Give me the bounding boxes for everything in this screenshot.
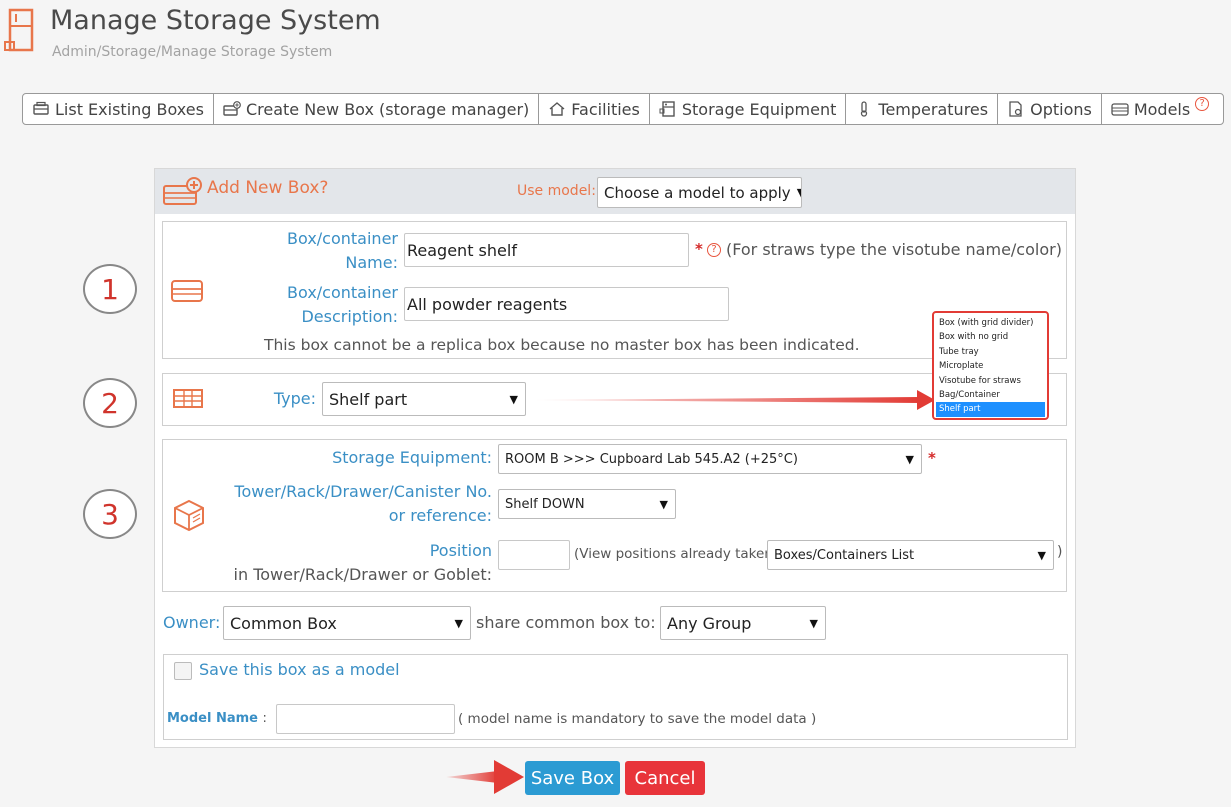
- tab-options[interactable]: Options: [998, 94, 1102, 124]
- tower-select[interactable]: Shelf DOWN ▼: [498, 489, 676, 519]
- tab-label: Storage Equipment: [681, 99, 837, 119]
- tab-create-new-box[interactable]: Create New Box (storage manager): [214, 94, 540, 124]
- freezer-icon: [659, 101, 675, 117]
- home-icon: [549, 102, 565, 116]
- description-label: Box/container Description:: [287, 283, 398, 326]
- type-option[interactable]: Microplate: [936, 359, 1045, 373]
- chevron-down-icon: ▼: [1037, 548, 1046, 562]
- help-icon[interactable]: ?: [707, 243, 721, 257]
- tab-models[interactable]: Models ?: [1102, 94, 1218, 124]
- positions-list-select[interactable]: Boxes/Containers List ▼: [767, 540, 1054, 570]
- use-model-label: Use model:: [517, 183, 596, 199]
- use-model-select[interactable]: Choose a model to apply▼: [597, 177, 802, 208]
- save-model-label: Save this box as a model: [199, 660, 400, 679]
- required-mark: *: [928, 449, 936, 467]
- cube-icon: [172, 498, 206, 532]
- chevron-down-icon: ▼: [797, 186, 801, 199]
- tab-list-existing-boxes[interactable]: List Existing Boxes: [23, 94, 214, 124]
- type-select[interactable]: Shelf part ▼: [322, 382, 526, 416]
- type-option-selected[interactable]: Shelf part: [936, 402, 1045, 417]
- share-label: share common box to:: [476, 613, 656, 632]
- box-add-icon: [223, 101, 241, 116]
- thermometer-icon: [861, 101, 868, 117]
- required-mark: *: [695, 240, 703, 258]
- tab-storage-equipment[interactable]: Storage Equipment: [650, 94, 847, 124]
- owner-select[interactable]: Common Box ▼: [223, 606, 471, 640]
- model-name-label: Model Name :: [167, 711, 267, 726]
- breadcrumb: Admin/Storage/Manage Storage System: [52, 44, 333, 60]
- help-icon[interactable]: ?: [1195, 97, 1210, 111]
- shelf-icon: [172, 387, 204, 411]
- save-box-button[interactable]: Save Box: [525, 761, 620, 795]
- tab-label: List Existing Boxes: [55, 99, 204, 119]
- position-input[interactable]: [498, 540, 570, 570]
- type-option[interactable]: Box (with grid divider): [936, 316, 1045, 330]
- type-option[interactable]: Tube tray: [936, 345, 1045, 359]
- annotation-arrow-icon: [535, 388, 935, 412]
- chevron-down-icon: ▼: [509, 392, 518, 406]
- form-title: Add New Box?: [207, 178, 329, 198]
- positions-close-paren: ): [1057, 544, 1063, 560]
- tab-label: Options: [1030, 99, 1092, 119]
- owner-label: Owner:: [163, 613, 221, 632]
- document-gear-icon: [1009, 101, 1022, 117]
- chevron-down-icon: ▼: [905, 452, 914, 466]
- chevron-down-icon: ▼: [809, 616, 818, 630]
- cancel-button[interactable]: Cancel: [625, 761, 705, 795]
- step-marker-2: 2: [83, 378, 137, 428]
- replica-note: This box cannot be a replica box because…: [264, 336, 860, 354]
- step-marker-1: 1: [83, 264, 137, 314]
- tab-label: Temperatures: [878, 99, 989, 119]
- tab-facilities[interactable]: Facilities: [539, 94, 650, 124]
- share-group-select[interactable]: Any Group ▼: [660, 606, 826, 640]
- box-list-icon: [33, 101, 49, 115]
- type-option[interactable]: Box with no grid: [936, 330, 1045, 344]
- page-title: Manage Storage System: [50, 5, 381, 36]
- app-storage-icon: [4, 8, 36, 54]
- model-name-input[interactable]: [276, 704, 455, 734]
- tower-label: Tower/Rack/Drawer/Canister No. or refere…: [234, 482, 492, 525]
- storage-equipment-label: Storage Equipment:: [332, 448, 492, 467]
- name-label: Box/container Name:: [287, 229, 398, 272]
- box-add-large-icon: [162, 176, 204, 208]
- models-icon: [1111, 103, 1129, 116]
- positions-hint: (View positions already taken:: [574, 546, 778, 562]
- tab-bar: List Existing Boxes Create New Box (stor…: [22, 93, 1224, 125]
- box-icon: [170, 278, 204, 304]
- chevron-down-icon: ▼: [454, 616, 463, 630]
- tab-label: Create New Box (storage manager): [245, 99, 530, 119]
- type-option[interactable]: Visotube for straws: [936, 374, 1045, 388]
- tab-temperatures[interactable]: Temperatures: [846, 94, 999, 124]
- box-description-input[interactable]: All powder reagents: [404, 287, 729, 321]
- tab-label: Facilities: [571, 99, 640, 119]
- type-options-list: Box (with grid divider) Box with no grid…: [932, 311, 1049, 420]
- type-label: Type:: [273, 389, 316, 408]
- model-name-hint: ( model name is mandatory to save the mo…: [458, 711, 817, 727]
- storage-equipment-select[interactable]: ROOM B >>> Cupboard Lab 545.A2 (+25°C) ▼: [498, 444, 922, 474]
- chevron-down-icon: ▼: [659, 497, 668, 511]
- box-name-input[interactable]: Reagent shelf: [404, 233, 689, 267]
- tab-label: Models: [1133, 99, 1191, 119]
- position-label: Position in Tower/Rack/Drawer or Goblet:: [233, 541, 492, 584]
- type-option[interactable]: Bag/Container: [936, 388, 1045, 402]
- annotation-arrow-icon: [446, 758, 524, 796]
- name-hint: (For straws type the visotube name/color…: [726, 240, 1062, 259]
- save-model-checkbox[interactable]: [174, 662, 192, 680]
- step-marker-3: 3: [83, 489, 137, 539]
